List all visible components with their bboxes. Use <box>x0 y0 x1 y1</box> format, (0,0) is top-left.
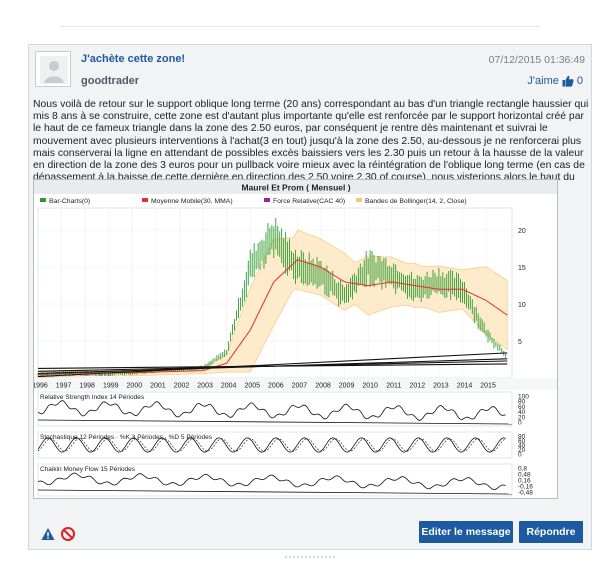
warning-icon[interactable] <box>41 527 55 541</box>
forum-post: J'achète cette zone! goodtrader 07/12/20… <box>28 44 592 550</box>
thumbs-up-icon <box>562 75 574 87</box>
x-axis: 1996 1997 1998 1999 2000 2001 2002 2003 2004 2005… <box>34 378 557 390</box>
forbidden-icon[interactable] <box>61 527 75 541</box>
x-tick-label: 2008 <box>315 383 331 390</box>
price-pane: 20 15 10 5 © AnyFinance · Vital Finance <box>37 207 526 379</box>
like-label: J'aime <box>527 75 559 87</box>
x-tick-label: 2007 <box>292 383 308 390</box>
page: J'achète cette zone! goodtrader 07/12/20… <box>0 0 600 561</box>
reply-button[interactable]: Répondre <box>519 521 583 543</box>
legend-entry: Bandes de Bollinger(14, 2, Close) <box>365 198 467 205</box>
legend-swatch <box>142 198 148 202</box>
x-tick-label: 2000 <box>127 383 143 390</box>
legend-entry: Force Relative(CAC 40) <box>273 198 345 205</box>
post-title[interactable]: J'achète cette zone! <box>81 53 185 65</box>
x-tick-label: 2011 <box>386 383 401 390</box>
rsi-pane: Relative Strength Index 14 Périodes 10080… <box>37 391 529 427</box>
indicator-tick-label: 0 <box>518 452 522 459</box>
x-tick-label: 1996 <box>34 383 48 390</box>
x-tick-label: 2004 <box>221 383 237 390</box>
like-count: 0 <box>576 75 583 87</box>
legend-swatch <box>264 198 270 202</box>
author-name[interactable]: goodtrader <box>81 75 139 87</box>
x-tick-label: 2002 <box>174 383 190 390</box>
chart-legend: Bar-Charts(0) Moyenne Mobile(30, MMA) Forc… <box>40 198 467 205</box>
x-tick-label: 2005 <box>244 383 260 390</box>
x-tick-label: 2003 <box>197 383 213 390</box>
x-tick-label: 2010 <box>362 383 378 390</box>
indicator-label: Relative Strength Index 14 Périodes <box>40 394 145 401</box>
chart-title: Maurel Et Prom ( Mensuel ) <box>241 183 350 193</box>
x-tick-label: 1999 <box>103 383 119 390</box>
y-tick-label: 5 <box>518 339 522 346</box>
price-chart: Maurel Et Prom ( Mensuel ) Bar-Charts(0)… <box>33 179 558 499</box>
chart-watermark: © AnyFinance · Vital Finance <box>40 371 111 378</box>
x-tick-label: 1997 <box>56 383 72 390</box>
y-tick-label: 20 <box>518 228 526 235</box>
post-header: J'achète cette zone! goodtrader 07/12/20… <box>29 45 591 91</box>
avatar[interactable] <box>35 51 71 87</box>
x-tick-label: 2001 <box>150 383 166 390</box>
y-tick-label: 15 <box>518 265 526 272</box>
legend-swatch <box>356 198 362 202</box>
chaikin-pane: Chaikin Money Flow 15 Périodes 0,80,480,1… <box>37 463 533 497</box>
legend-entry: Moyenne Mobile(30, MMA) <box>151 198 233 205</box>
x-tick-label: 2013 <box>433 383 449 390</box>
like-button[interactable]: J'aime 0 <box>527 75 583 87</box>
x-tick-label: 2006 <box>268 383 284 390</box>
divider <box>60 26 540 27</box>
indicator-tick-label: 0 <box>518 420 522 427</box>
y-tick-label: 10 <box>518 302 526 309</box>
x-tick-label: 2012 <box>410 383 426 390</box>
x-tick-label: 1998 <box>79 383 95 390</box>
legend-entry: Bar-Charts(0) <box>49 198 90 205</box>
pagination-dots <box>285 556 335 558</box>
x-tick-label: 2009 <box>339 383 355 390</box>
x-tick-label: 2015 <box>480 383 496 390</box>
indicator-tick-label: -0,48 <box>518 490 533 497</box>
chart-svg: Maurel Et Prom ( Mensuel ) Bar-Charts(0)… <box>34 180 557 497</box>
edit-message-button[interactable]: Editer le message <box>419 521 513 543</box>
x-tick-label: 2014 <box>457 383 473 390</box>
stochastic-pane: Stochastique 12 Périodes · %K 3 Périodes… <box>37 431 526 459</box>
post-timestamp: 07/12/2015 01:36:49 <box>488 54 585 66</box>
post-footer: Editer le message Répondre <box>29 521 591 549</box>
legend-swatch <box>40 198 46 202</box>
avatar-icon <box>40 56 68 84</box>
indicator-label: Chaikin Money Flow 15 Périodes <box>40 466 136 473</box>
